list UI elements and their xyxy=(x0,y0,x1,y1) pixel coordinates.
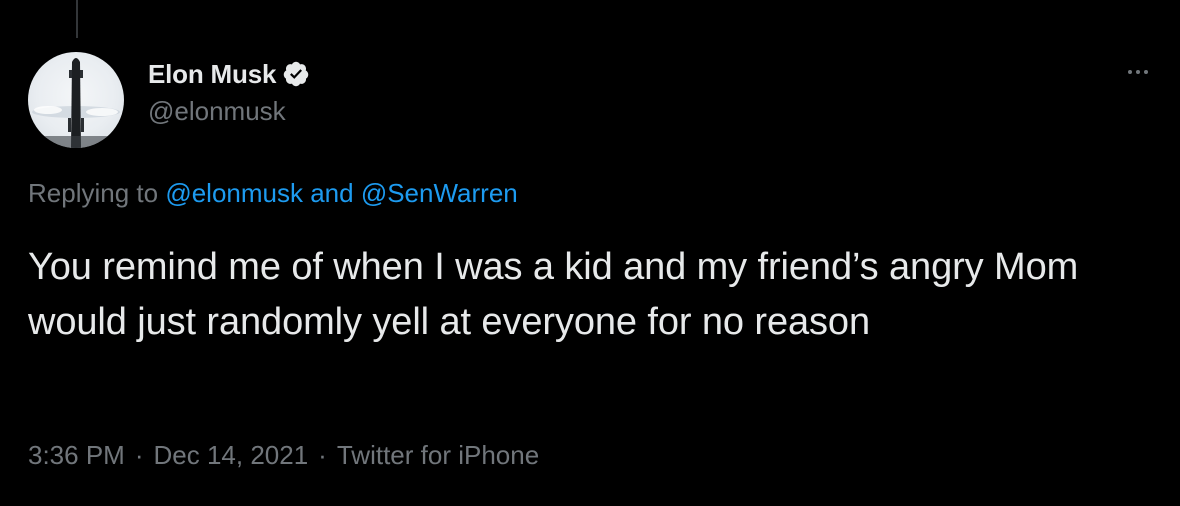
starship-avatar-icon xyxy=(28,58,124,148)
meta-separator: · xyxy=(318,440,327,470)
tweet-time[interactable]: 3:36 PM xyxy=(28,440,125,470)
meta-separator: · xyxy=(134,440,144,470)
user-handle[interactable]: @elonmusk xyxy=(148,96,310,127)
display-name[interactable]: Elon Musk xyxy=(148,59,276,90)
thread-connector-line xyxy=(76,0,78,38)
replying-to-line: Replying to @elonmusk and @SenWarren xyxy=(28,178,518,209)
tweet-date[interactable]: Dec 14, 2021 xyxy=(154,440,309,470)
more-options-button[interactable] xyxy=(1118,60,1158,84)
more-horizontal-icon xyxy=(1144,70,1148,74)
mention-conjunction: and xyxy=(302,178,361,208)
more-horizontal-icon xyxy=(1136,70,1140,74)
verified-badge-icon xyxy=(283,61,309,87)
mention-senwarren[interactable]: @SenWarren xyxy=(361,178,518,208)
more-horizontal-icon xyxy=(1128,70,1132,74)
replying-to-label: Replying to xyxy=(28,178,166,208)
display-name-row: Elon Musk xyxy=(148,56,310,92)
tweet-text: You remind me of when I was a kid and my… xyxy=(28,246,1079,343)
user-info: Elon Musk @elonmusk xyxy=(148,56,310,127)
tweet-source[interactable]: Twitter for iPhone xyxy=(337,440,539,470)
avatar[interactable] xyxy=(28,52,124,148)
tweet-meta: 3:36 PM · Dec 14, 2021 · Twitter for iPhone xyxy=(28,440,539,471)
mention-elonmusk[interactable]: @elonmusk xyxy=(165,178,303,208)
